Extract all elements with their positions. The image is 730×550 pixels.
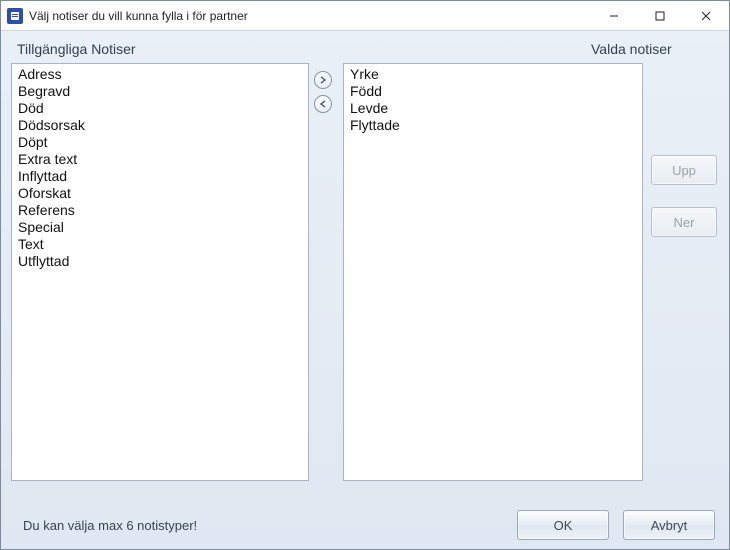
list-item[interactable]: Levde — [348, 100, 638, 117]
available-listbox[interactable]: Adress Begravd Död Dödsorsak Döpt Extra … — [11, 63, 309, 481]
window-title: Välj notiser du vill kunna fylla i för p… — [29, 9, 248, 23]
list-item[interactable]: Oforskat — [16, 185, 304, 202]
maximize-icon — [655, 11, 665, 21]
list-item[interactable]: Text — [16, 236, 304, 253]
chevron-left-icon — [319, 100, 327, 108]
window-controls — [591, 1, 729, 30]
list-headers: Tillgängliga Notiser Valda notiser — [11, 41, 719, 57]
close-icon — [701, 11, 711, 21]
list-item[interactable]: Inflyttad — [16, 168, 304, 185]
available-header: Tillgängliga Notiser — [11, 41, 301, 57]
list-item[interactable]: Yrke — [348, 66, 638, 83]
transfer-buttons — [309, 63, 337, 121]
list-item[interactable]: Död — [16, 100, 304, 117]
window-root: Välj notiser du vill kunna fylla i för p… — [0, 0, 730, 550]
maximize-button[interactable] — [637, 1, 683, 30]
footer: Du kan välja max 6 notistyper! OK Avbryt — [1, 503, 729, 549]
list-item[interactable]: Referens — [16, 202, 304, 219]
close-button[interactable] — [683, 1, 729, 30]
reorder-buttons: Upp Ner — [651, 155, 717, 237]
footer-message: Du kan välja max 6 notistyper! — [23, 518, 503, 533]
move-up-button[interactable]: Upp — [651, 155, 717, 185]
list-item[interactable]: Döpt — [16, 134, 304, 151]
content-area: Tillgängliga Notiser Valda notiser Adres… — [1, 31, 729, 503]
chevron-right-icon — [319, 76, 327, 84]
list-item[interactable]: Flyttade — [348, 117, 638, 134]
minimize-button[interactable] — [591, 1, 637, 30]
move-left-button[interactable] — [314, 95, 332, 113]
list-item[interactable]: Extra text — [16, 151, 304, 168]
selected-listbox[interactable]: Yrke Född Levde Flyttade — [343, 63, 643, 481]
titlebar: Välj notiser du vill kunna fylla i för p… — [1, 1, 729, 31]
move-right-button[interactable] — [314, 71, 332, 89]
app-icon — [7, 8, 23, 24]
selected-header: Valda notiser — [341, 41, 719, 57]
list-item[interactable]: Special — [16, 219, 304, 236]
list-item[interactable]: Född — [348, 83, 638, 100]
minimize-icon — [609, 11, 619, 21]
cancel-button[interactable]: Avbryt — [623, 510, 715, 540]
list-item[interactable]: Dödsorsak — [16, 117, 304, 134]
list-item[interactable]: Adress — [16, 66, 304, 83]
list-item[interactable]: Utflyttad — [16, 253, 304, 270]
ok-button[interactable]: OK — [517, 510, 609, 540]
move-down-button[interactable]: Ner — [651, 207, 717, 237]
lists-row: Adress Begravd Död Dödsorsak Döpt Extra … — [11, 63, 719, 481]
list-item[interactable]: Begravd — [16, 83, 304, 100]
